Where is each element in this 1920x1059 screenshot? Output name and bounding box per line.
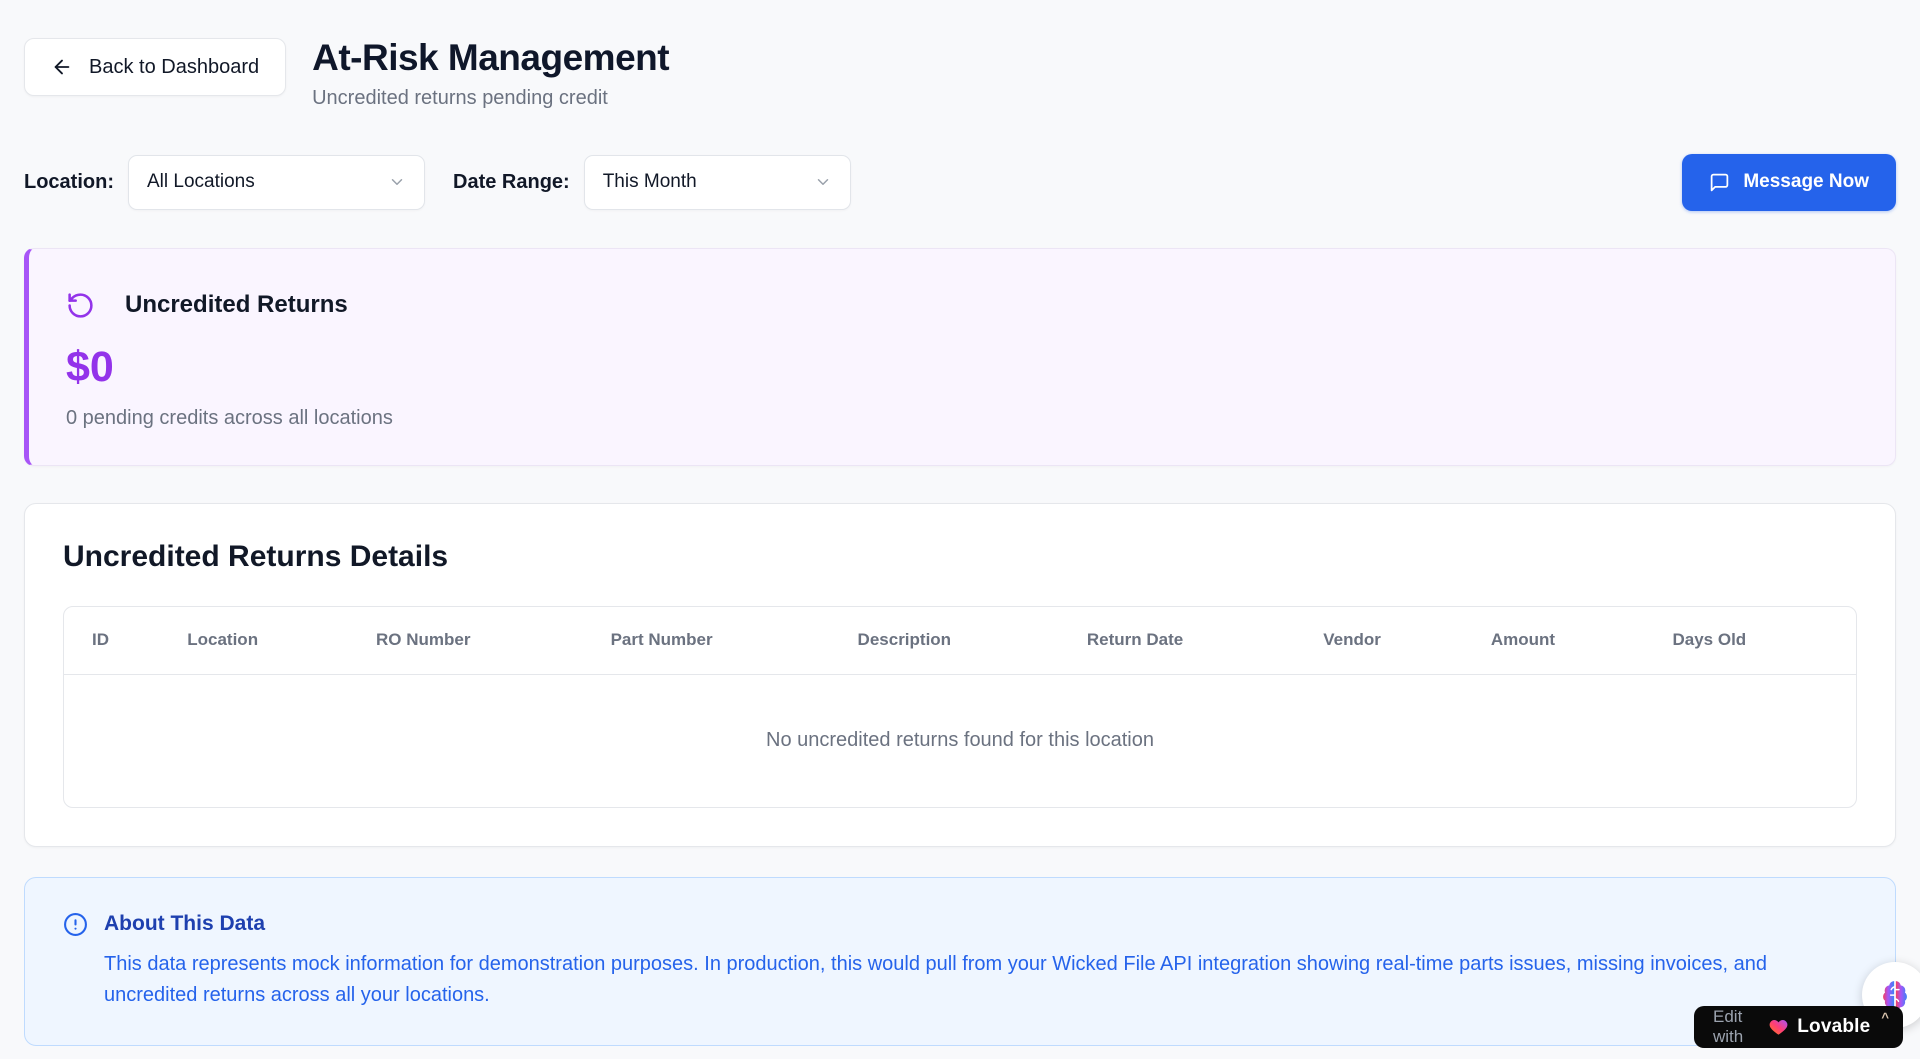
rotate-ccw-icon bbox=[66, 291, 95, 320]
column-header-days-old: Days Old bbox=[1673, 630, 1747, 650]
column-header-vendor: Vendor bbox=[1323, 630, 1491, 650]
about-card-body: This data represents mock information fo… bbox=[104, 949, 1845, 1011]
alert-circle-icon bbox=[63, 912, 88, 937]
edit-with-lovable-badge[interactable]: Edit with Lovable ^ bbox=[1694, 1006, 1903, 1048]
back-to-dashboard-button[interactable]: Back to Dashboard bbox=[24, 38, 286, 96]
returns-table-header-row: ID Location RO Number Part Number Descri… bbox=[64, 607, 1856, 675]
location-select-value: All Locations bbox=[147, 171, 255, 193]
column-header-part-number: Part Number bbox=[611, 630, 858, 650]
page: Back to Dashboard At-Risk Management Unc… bbox=[0, 0, 1920, 1046]
page-subtitle: Uncredited returns pending credit bbox=[312, 87, 669, 110]
message-now-button[interactable]: Message Now bbox=[1682, 154, 1896, 211]
empty-state-message: No uncredited returns found for this loc… bbox=[64, 675, 1856, 807]
column-header-id: ID bbox=[92, 630, 187, 650]
location-filter-label: Location: bbox=[24, 171, 114, 194]
message-square-icon bbox=[1709, 172, 1730, 193]
column-header-amount: Amount bbox=[1491, 630, 1673, 650]
uncredited-returns-details-card: Uncredited Returns Details ID Location R… bbox=[24, 503, 1896, 847]
column-header-return-date: Return Date bbox=[1087, 630, 1323, 650]
returns-table: ID Location RO Number Part Number Descri… bbox=[63, 606, 1857, 808]
chevron-down-icon bbox=[814, 173, 832, 191]
title-block: At-Risk Management Uncredited returns pe… bbox=[312, 38, 669, 110]
summary-card-header: Uncredited Returns bbox=[66, 291, 1857, 320]
date-range-select[interactable]: This Month bbox=[584, 155, 851, 210]
date-range-filter-label: Date Range: bbox=[453, 171, 570, 194]
edit-with-label: Edit with bbox=[1713, 1007, 1760, 1047]
page-header: Back to Dashboard At-Risk Management Unc… bbox=[24, 38, 1896, 110]
heart-icon bbox=[1769, 1018, 1788, 1037]
about-card-header: About This Data bbox=[63, 912, 1845, 937]
date-range-select-value: This Month bbox=[603, 171, 697, 193]
location-select[interactable]: All Locations bbox=[128, 155, 425, 210]
summary-caption: 0 pending credits across all locations bbox=[66, 407, 1857, 430]
back-button-label: Back to Dashboard bbox=[89, 56, 259, 79]
chevron-up-icon: ^ bbox=[1881, 1011, 1889, 1024]
chevron-down-icon bbox=[388, 173, 406, 191]
summary-card-title: Uncredited Returns bbox=[125, 291, 348, 319]
message-now-label: Message Now bbox=[1743, 171, 1869, 193]
summary-amount: $0 bbox=[66, 343, 1857, 392]
column-header-description: Description bbox=[858, 630, 1087, 650]
about-card-title: About This Data bbox=[104, 912, 265, 936]
uncredited-returns-summary-card: Uncredited Returns $0 0 pending credits … bbox=[24, 248, 1896, 466]
column-header-ro-number: RO Number bbox=[376, 630, 611, 650]
about-this-data-card: About This Data This data represents moc… bbox=[24, 877, 1896, 1046]
lovable-brand-label: Lovable bbox=[1797, 1016, 1870, 1038]
details-card-title: Uncredited Returns Details bbox=[63, 540, 1857, 574]
filters-row: Location: All Locations Date Range: This… bbox=[24, 154, 1896, 211]
page-title: At-Risk Management bbox=[312, 38, 669, 78]
arrow-left-icon bbox=[51, 56, 73, 78]
column-header-location: Location bbox=[187, 630, 376, 650]
